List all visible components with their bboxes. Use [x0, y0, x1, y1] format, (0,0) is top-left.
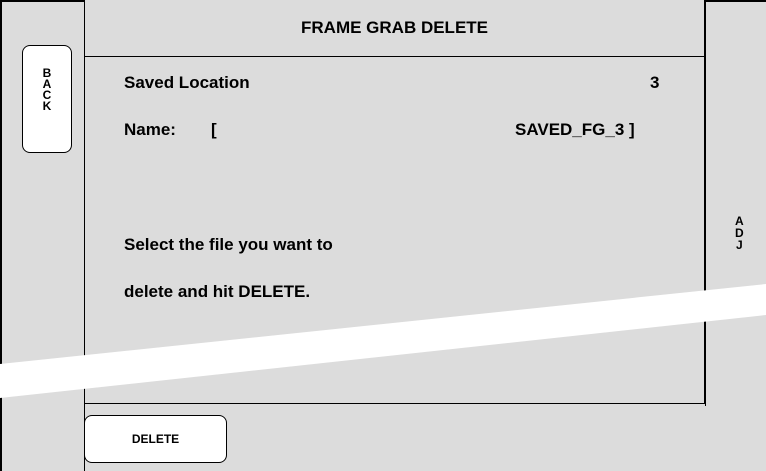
screen-break-band	[0, 284, 766, 398]
break-band-shape	[0, 284, 766, 398]
